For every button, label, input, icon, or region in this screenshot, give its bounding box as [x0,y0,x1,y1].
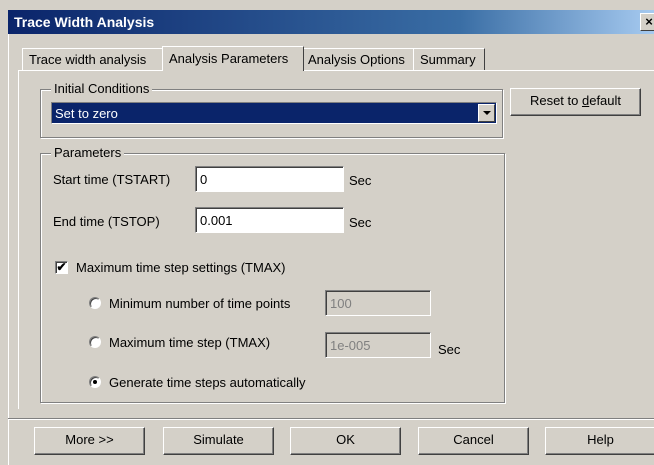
tab-trace-width-analysis[interactable]: Trace width analysis [22,48,163,70]
tab-summary[interactable]: Summary [413,48,485,70]
radio-min-time-points-label: Minimum number of time points [109,296,291,311]
tab-analysis-parameters[interactable]: Analysis Parameters [162,46,304,71]
footer-divider [8,418,654,420]
simulate-button[interactable]: Simulate [163,427,274,455]
start-time-input[interactable]: 0 [195,166,344,192]
max-time-step-input[interactable]: 1e-005 [325,332,431,358]
chevron-down-icon[interactable] [478,104,495,122]
ok-button[interactable]: OK [290,427,401,455]
more-button[interactable]: More >> [34,427,145,455]
end-time-unit: Sec [349,215,372,230]
radio-max-time-step[interactable] [89,336,101,348]
tmax-checkbox[interactable]: ✔ [55,261,68,274]
tab-analysis-options[interactable]: Analysis Options [301,48,414,70]
end-time-input[interactable]: 0.001 [195,207,344,233]
max-time-step-unit: Sec [438,342,461,357]
radio-generate-automatically[interactable] [89,376,101,388]
radio-generate-automatically-label: Generate time steps automatically [109,375,306,390]
start-time-label: Start time (TSTART) [53,172,171,187]
initial-conditions-legend: Initial Conditions [51,81,153,96]
end-time-label: End time (TSTOP) [53,214,160,229]
initial-conditions-dropdown[interactable]: Set to zero [51,102,497,124]
start-time-unit: Sec [349,173,372,188]
tmax-checkbox-label: Maximum time step settings (TMAX) [76,260,286,275]
help-button[interactable]: Help [545,427,654,455]
close-icon[interactable]: × [640,13,654,31]
reset-to-default-button[interactable]: Reset to default [510,88,641,116]
title-bar[interactable]: Trace Width Analysis × [8,10,654,34]
window-title: Trace Width Analysis [14,14,155,30]
radio-min-time-points[interactable] [89,297,101,309]
initial-conditions-value: Set to zero [55,106,118,121]
cancel-button[interactable]: Cancel [418,427,529,455]
radio-max-time-step-label: Maximum time step (TMAX) [109,335,271,350]
parameters-legend: Parameters [51,145,125,160]
dialog-window: Trace Width Analysis × Trace width analy… [0,0,654,465]
min-time-points-input[interactable]: 100 [325,290,431,316]
